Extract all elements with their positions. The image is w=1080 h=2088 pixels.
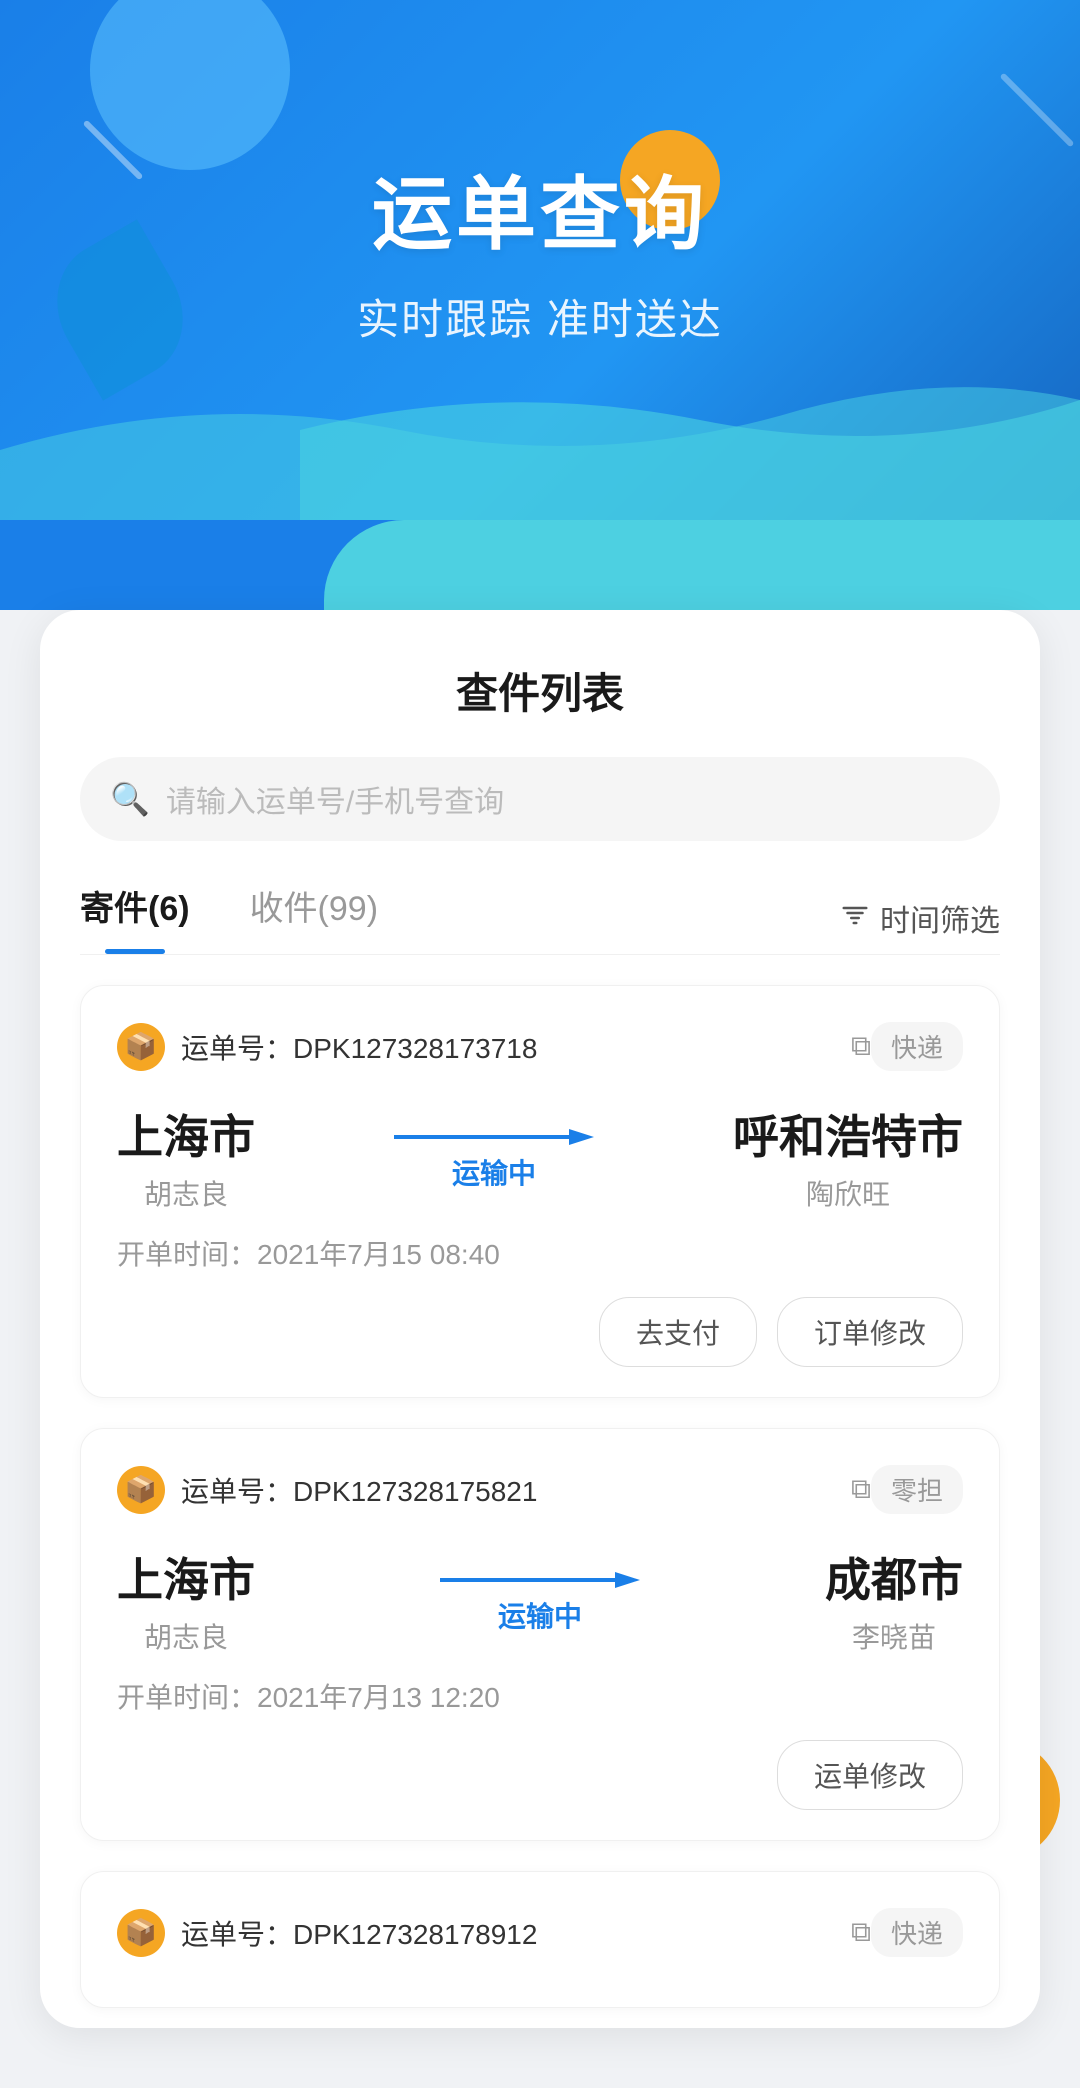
search-placeholder: 请输入运单号/手机号查询 (166, 777, 504, 821)
tab-receiving[interactable]: 收件(99) (250, 881, 378, 954)
page-subtitle: 实时跟踪 准时送达 (0, 286, 1080, 347)
pay-button-1[interactable]: 去支付 (599, 1297, 757, 1367)
package-card-1: 📦 运单号：DPK127328173718 ⧉ 快递 上海市 胡志良 运输中 (80, 985, 1000, 1398)
action-row-2: 运单修改 (117, 1740, 963, 1810)
package-card-3: 📦 运单号：DPK127328178912 ⧉ 快递 (80, 1871, 1000, 2008)
open-time-1: 开单时间：2021年7月15 08:40 (117, 1233, 963, 1273)
package-icon-3: 📦 (117, 1909, 165, 1957)
waybill-no-3: 运单号：DPK127328178912 (181, 1913, 841, 1953)
package-header-3: 📦 运单号：DPK127328178912 ⧉ 快递 (117, 1908, 963, 1957)
from-city-2: 上海市 胡志良 (117, 1544, 255, 1656)
open-time-2: 开单时间：2021年7月13 12:20 (117, 1676, 963, 1716)
status-label-2: 运输中 (498, 1595, 582, 1635)
status-label-1: 运输中 (452, 1152, 536, 1192)
copy-icon-2[interactable]: ⧉ (851, 1473, 871, 1506)
package-type-3: 快递 (871, 1908, 963, 1957)
package-card-2: 📦 运单号：DPK127328175821 ⧉ 零担 上海市 胡志良 运输中 (80, 1428, 1000, 1841)
header-title-area: 运单查询 实时跟踪 准时送达 (0, 0, 1080, 347)
content-area: 查件列表 🔍 请输入运单号/手机号查询 寄件(6) 收件(99) 时间筛选 (0, 610, 1080, 2088)
search-bar[interactable]: 🔍 请输入运单号/手机号查询 (80, 757, 1000, 841)
to-city-1: 呼和浩特市 陶欣旺 (733, 1101, 963, 1213)
route-middle-1: 运输中 (255, 1122, 733, 1192)
modify-waybill-button-2[interactable]: 运单修改 (777, 1740, 963, 1810)
package-icon-2: 📦 (117, 1466, 165, 1514)
header-wave (0, 370, 1080, 520)
package-type-1: 快递 (871, 1022, 963, 1071)
to-city-2: 成都市 李晓苗 (825, 1544, 963, 1656)
modify-order-button-1[interactable]: 订单修改 (777, 1297, 963, 1367)
package-header-2: 📦 运单号：DPK127328175821 ⧉ 零担 (117, 1465, 963, 1514)
package-type-2: 零担 (871, 1465, 963, 1514)
action-row-1: 去支付 订单修改 (117, 1297, 963, 1367)
tabs-row: 寄件(6) 收件(99) 时间筛选 (80, 881, 1000, 955)
card-title: 查件列表 (80, 660, 1000, 721)
package-header-1: 📦 运单号：DPK127328173718 ⧉ 快递 (117, 1022, 963, 1071)
page-title: 运单查询 (0, 150, 1080, 266)
route-row-2: 上海市 胡志良 运输中 成都市 李晓苗 (117, 1544, 963, 1656)
from-city-1: 上海市 胡志良 (117, 1101, 255, 1213)
search-icon: 🔍 (110, 780, 150, 818)
copy-icon-1[interactable]: ⧉ (851, 1030, 871, 1063)
main-card: 查件列表 🔍 请输入运单号/手机号查询 寄件(6) 收件(99) 时间筛选 (40, 610, 1040, 2028)
waybill-no-2: 运单号：DPK127328175821 (181, 1470, 841, 1510)
package-icon-1: 📦 (117, 1023, 165, 1071)
waybill-no-1: 运单号：DPK127328173718 (181, 1027, 841, 1067)
filter-button[interactable]: 时间筛选 (840, 896, 1000, 940)
route-middle-2: 运输中 (255, 1565, 825, 1635)
route-row-1: 上海市 胡志良 运输中 呼和浩特市 陶欣旺 (117, 1101, 963, 1213)
route-arrow-svg-2 (440, 1565, 640, 1595)
tab-sending[interactable]: 寄件(6) (80, 881, 190, 954)
filter-icon (840, 903, 870, 933)
route-arrow-svg-1 (394, 1122, 594, 1152)
copy-icon-3[interactable]: ⧉ (851, 1916, 871, 1949)
header-background: 运单查询 实时跟踪 准时送达 (0, 0, 1080, 520)
